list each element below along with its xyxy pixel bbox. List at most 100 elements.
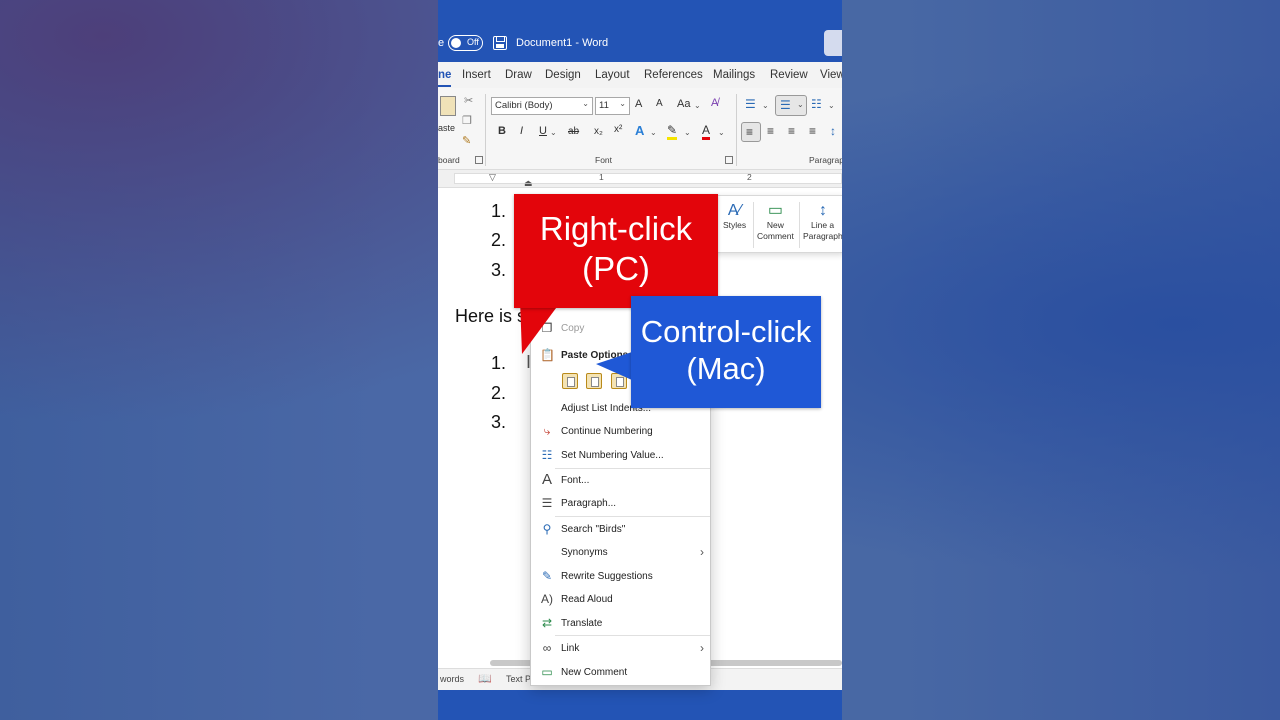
paste-label[interactable]: aste	[438, 123, 455, 133]
tab-references[interactable]: References	[644, 69, 703, 81]
menu-item-read-aloud[interactable]: A) Read Aloud	[531, 589, 710, 611]
tab-layout[interactable]: Layout	[595, 69, 630, 81]
chevron-down-icon: ⌄	[684, 128, 691, 137]
menu-item-font[interactable]: A Font...	[531, 470, 710, 492]
menu-item-search[interactable]: ⚲ Search "Birds"	[531, 519, 710, 541]
menu-item-label: New Comment	[561, 667, 628, 678]
list-number: 3.	[491, 412, 507, 432]
align-right-icon[interactable]: ≡	[788, 124, 795, 138]
underline-button[interactable]: U	[539, 125, 547, 137]
link-icon: ∞	[542, 641, 552, 655]
save-icon[interactable]	[493, 36, 507, 50]
shrink-font-button[interactable]: A	[656, 98, 663, 109]
paste-keep-source-icon[interactable]	[562, 373, 578, 389]
right-click-callout: Right-click (PC)	[514, 194, 718, 308]
menu-divider	[555, 635, 710, 636]
line-paragraph-spacing-button[interactable]: ↕ Line a Paragraph	[803, 202, 842, 242]
indent-marker-icon[interactable]: ▽	[489, 172, 496, 183]
font-launcher-icon[interactable]	[725, 156, 733, 164]
menu-item-link[interactable]: ∞ Link ›	[531, 638, 710, 660]
styles-button[interactable]: A⁄ Styles	[723, 202, 746, 231]
copy-icon[interactable]: ❐	[462, 114, 472, 127]
menu-item-synonyms[interactable]: Synonyms ›	[531, 542, 710, 564]
ruler: ▽ ⏏ 1 2	[438, 170, 842, 188]
tab-draw[interactable]: Draw	[505, 69, 532, 81]
word-count[interactable]: words	[440, 674, 464, 684]
search-icon: ⚲	[542, 522, 552, 536]
menu-item-label: Font...	[561, 475, 590, 486]
font-color-button[interactable]: A	[702, 123, 711, 140]
menu-item-rewrite-suggestions[interactable]: ✎ Rewrite Suggestions	[531, 566, 710, 588]
menu-item-continue-numbering[interactable]: ⤷ Continue Numbering	[531, 421, 710, 443]
ribbon-tabs: ne Insert Draw Design Layout References …	[438, 62, 842, 88]
menu-item-set-numbering-value[interactable]: ☷ Set Numbering Value...	[531, 445, 710, 467]
proofing-icon[interactable]: 📖	[478, 672, 492, 685]
tab-design[interactable]: Design	[545, 69, 581, 81]
menu-divider	[555, 468, 710, 469]
callout-text: (PC)	[582, 250, 650, 287]
superscript-button[interactable]: x²	[614, 124, 622, 135]
tab-mailings[interactable]: Mailings	[713, 69, 755, 81]
tab-home[interactable]: ne	[438, 69, 452, 87]
tab-review[interactable]: Review	[770, 69, 808, 81]
bold-button[interactable]: B	[498, 125, 506, 137]
tab-view[interactable]: View	[820, 69, 842, 81]
clear-formatting-icon[interactable]: A̸	[711, 97, 718, 109]
callout-text: Control-click	[640, 314, 812, 349]
paragraph-icon: ☰	[541, 496, 553, 510]
menu-item-label: Synonyms	[561, 547, 608, 558]
format-painter-icon[interactable]: ✎	[462, 134, 471, 147]
autosave-toggle[interactable]: Off	[448, 35, 483, 51]
menu-item-paragraph[interactable]: ☰ Paragraph...	[531, 493, 710, 515]
font-size-combo[interactable]: 11 ⌄	[595, 97, 630, 115]
new-comment-button[interactable]: ▭ New Comment	[757, 202, 794, 242]
control-click-callout: Control-click (Mac)	[631, 296, 821, 408]
italic-button[interactable]: I	[520, 125, 523, 137]
subscript-button[interactable]: x₂	[594, 126, 603, 137]
chevron-right-icon: ›	[700, 545, 704, 559]
numbering-button[interactable]: ☰ ⌄	[775, 95, 807, 116]
clipboard-launcher-icon[interactable]	[475, 156, 483, 164]
align-left-icon: ≡	[746, 125, 754, 139]
toolbar-divider	[753, 202, 754, 248]
multilevel-list-icon[interactable]: ☷	[811, 97, 822, 111]
callout-text: (Mac)	[686, 351, 766, 386]
menu-item-new-comment[interactable]: ▭ New Comment	[531, 662, 710, 684]
strikethrough-button[interactable]: ab	[568, 126, 579, 137]
group-divider	[736, 94, 737, 166]
chevron-right-icon: ›	[700, 641, 704, 655]
toggle-knob	[451, 38, 461, 48]
line-spacing-label: Line a	[811, 220, 835, 230]
highlight-icon[interactable]: ✎	[667, 123, 678, 140]
line-spacing-icon[interactable]: ↕	[830, 124, 836, 138]
text-effects-button[interactable]: A	[635, 123, 644, 138]
change-case-button[interactable]: Aa	[677, 98, 690, 110]
menu-item-label: Rewrite Suggestions	[561, 571, 653, 582]
new-comment-icon: ▭	[767, 202, 783, 219]
align-center-icon[interactable]: ≡	[767, 124, 774, 138]
chevron-down-icon: ⌄	[762, 101, 769, 110]
line-spacing-icon: ↕	[819, 202, 827, 219]
align-left-button[interactable]: ≡	[741, 122, 761, 142]
font-name-value: Calibri (Body)	[495, 100, 553, 111]
font-icon: A	[541, 471, 552, 488]
new-comment-label: Comment	[757, 231, 794, 241]
justify-icon[interactable]: ≡	[809, 124, 816, 138]
paste-icon[interactable]	[440, 96, 456, 116]
font-name-combo[interactable]: Calibri (Body) ⌄	[491, 97, 593, 115]
new-comment-label: New	[766, 220, 784, 230]
autosave-label: e	[438, 37, 445, 49]
grow-font-button[interactable]: A	[635, 98, 642, 110]
menu-item-translate[interactable]: ⇄ Translate	[531, 613, 710, 635]
cut-icon[interactable]: ✂	[464, 94, 473, 107]
share-button[interactable]	[824, 30, 842, 56]
document-name: Document1	[516, 37, 573, 49]
bullets-icon[interactable]: ☰	[745, 97, 756, 111]
continue-numbering-icon: ⤷	[543, 424, 551, 438]
translate-icon: ⇄	[541, 616, 553, 630]
font-size-value: 11	[599, 100, 609, 111]
tab-insert[interactable]: Insert	[462, 69, 491, 81]
mini-toolbar: A⁄ Styles ▭ New Comment ↕ Line a Paragra…	[714, 195, 842, 253]
menu-item-label: Continue Numbering	[561, 426, 653, 437]
menu-item-label: Read Aloud	[561, 594, 613, 605]
